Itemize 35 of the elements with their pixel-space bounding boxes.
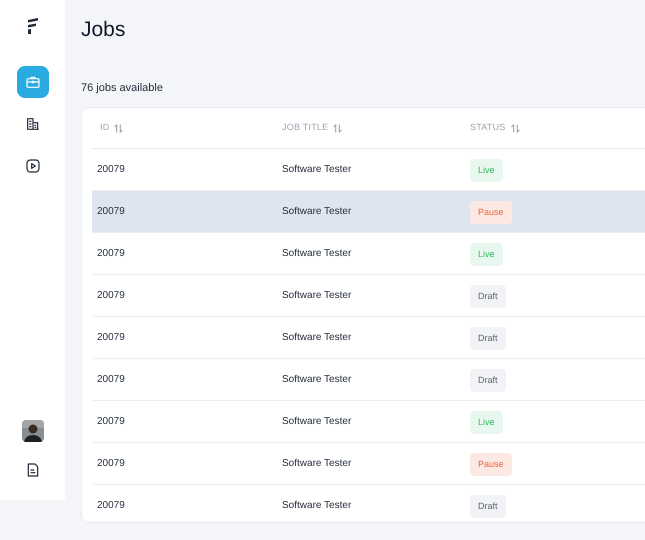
status-badge: Pause [470,452,512,476]
job-id: 20079 [96,373,126,387]
job-title: Software Tester [282,163,352,177]
job-title: Software Tester [282,415,352,429]
job-id: 20079 [96,247,126,261]
status-badge: Draft [470,326,506,350]
job-title: Software Tester [282,247,352,261]
status-badge: Live [470,410,503,434]
document-icon[interactable] [24,462,40,478]
status-badge: Pause [470,200,512,224]
status-badge: Draft [470,284,506,308]
job-id: 20079 [96,457,126,471]
table-row[interactable]: 20079 Software Tester Pause [92,191,645,233]
status-badge: Live [470,242,503,266]
buildings-icon [24,116,40,132]
job-id: 20079 [96,205,126,219]
job-title: Software Tester [282,289,352,303]
job-id: 20079 [96,499,126,513]
job-title: Software Tester [282,331,352,345]
job-id: 20079 [96,331,126,345]
job-id: 20079 [96,289,126,303]
status-badge: Live [470,158,503,182]
job-title: Software Tester [282,373,352,387]
status-badge: Draft [470,368,506,392]
play-icon [24,158,40,174]
logo-icon [26,18,38,34]
page-title: Jobs [81,17,126,43]
job-id: 20079 [96,415,126,429]
job-id: 20079 [96,163,126,177]
job-title: Software Tester [282,457,352,471]
briefcase-icon [24,74,40,90]
status-badge: Draft [470,494,506,518]
job-title: Software Tester [282,499,352,513]
job-title: Software Tester [282,205,352,219]
jobs-count: 76 jobs available [81,81,164,95]
